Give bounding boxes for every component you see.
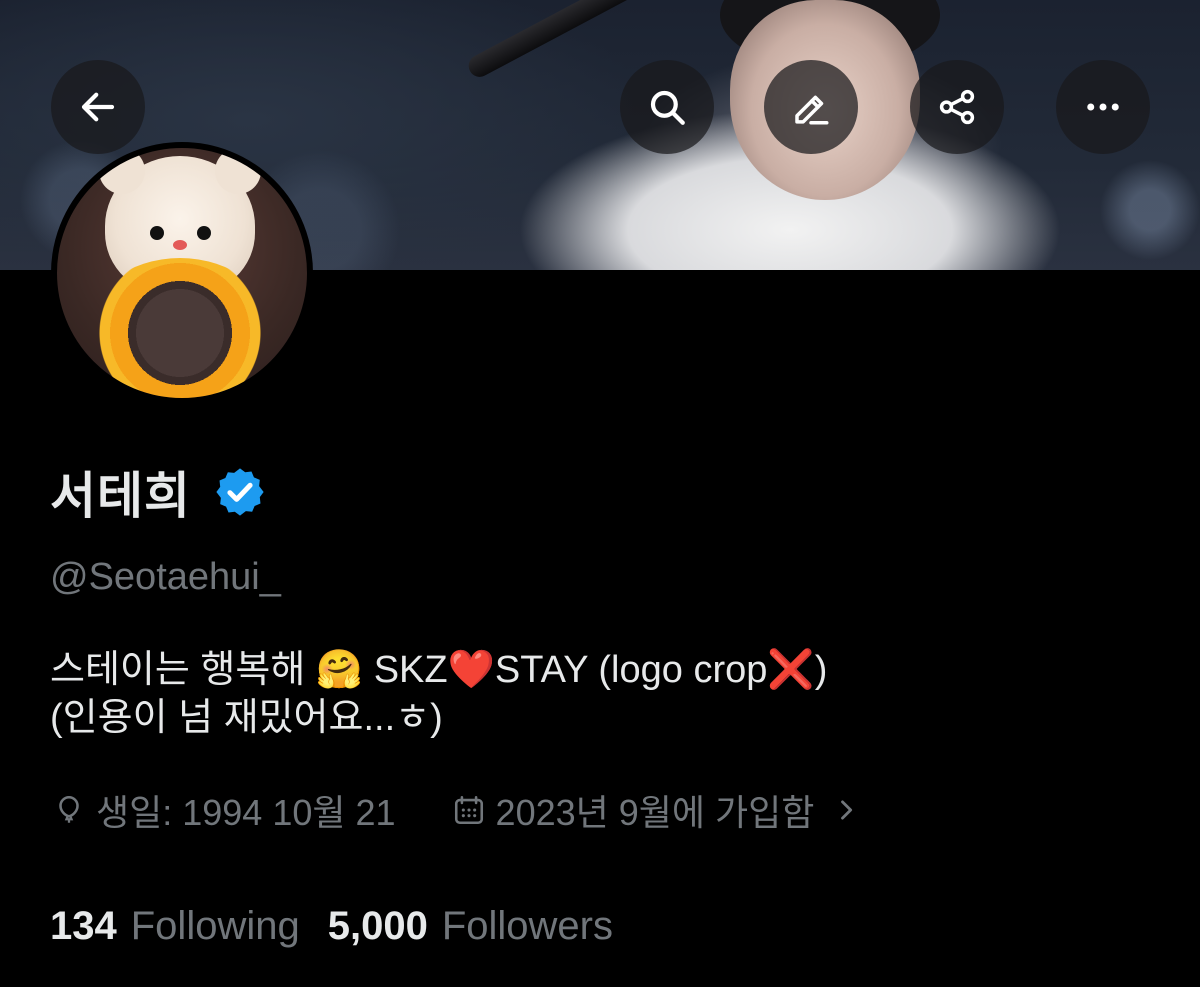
followers-label[interactable]: Followers [442, 904, 613, 949]
joined-text: 2023년 9월에 가입함 [495, 792, 815, 833]
chevron-right-icon [841, 800, 853, 820]
birthday-item: 생일: 1994 10월 21 [52, 784, 396, 836]
profile-handle: @Seotaehui_ [50, 556, 281, 598]
follow-stats: 134 Following 5,000 Followers [50, 904, 613, 958]
display-name: 서테희 [50, 468, 191, 524]
profile-bio: 스테이는 행복해 🤗 SKZ❤️STAY (logo crop❌) (인용이 넘… [50, 646, 827, 742]
birthday-text: 생일: 1994 10월 21 [96, 792, 396, 833]
verified-badge-icon[interactable] [213, 465, 267, 519]
edit-button[interactable] [764, 60, 858, 154]
more-button[interactable] [1056, 60, 1150, 154]
avatar[interactable] [51, 142, 313, 404]
search-icon [650, 90, 685, 125]
bio-line: 스테이는 행복해 🤗 SKZ❤️STAY (logo crop❌) [50, 649, 828, 691]
search-button[interactable] [620, 60, 714, 154]
balloon-icon [59, 795, 79, 823]
share-button[interactable] [910, 60, 1004, 154]
joined-item[interactable]: 2023년 9월에 가입함 [452, 784, 871, 836]
arrow-left-icon [81, 92, 115, 122]
profile-name-row: 서테희 [50, 462, 267, 524]
bio-line: (인용이 넘 재밌어요...ㅎ) [50, 697, 443, 739]
back-button[interactable] [51, 60, 145, 154]
share-icon [939, 89, 975, 125]
following-count[interactable]: 134 [50, 904, 117, 949]
followers-count[interactable]: 5,000 [328, 904, 428, 949]
following-label[interactable]: Following [131, 904, 300, 949]
avatar-sunflower [85, 258, 275, 398]
calendar-icon [454, 795, 483, 825]
profile-meta: 생일: 1994 10월 21 2023년 9월에 가입함 [52, 785, 870, 835]
pencil-icon [795, 95, 829, 125]
more-horizontal-icon [1087, 103, 1119, 111]
